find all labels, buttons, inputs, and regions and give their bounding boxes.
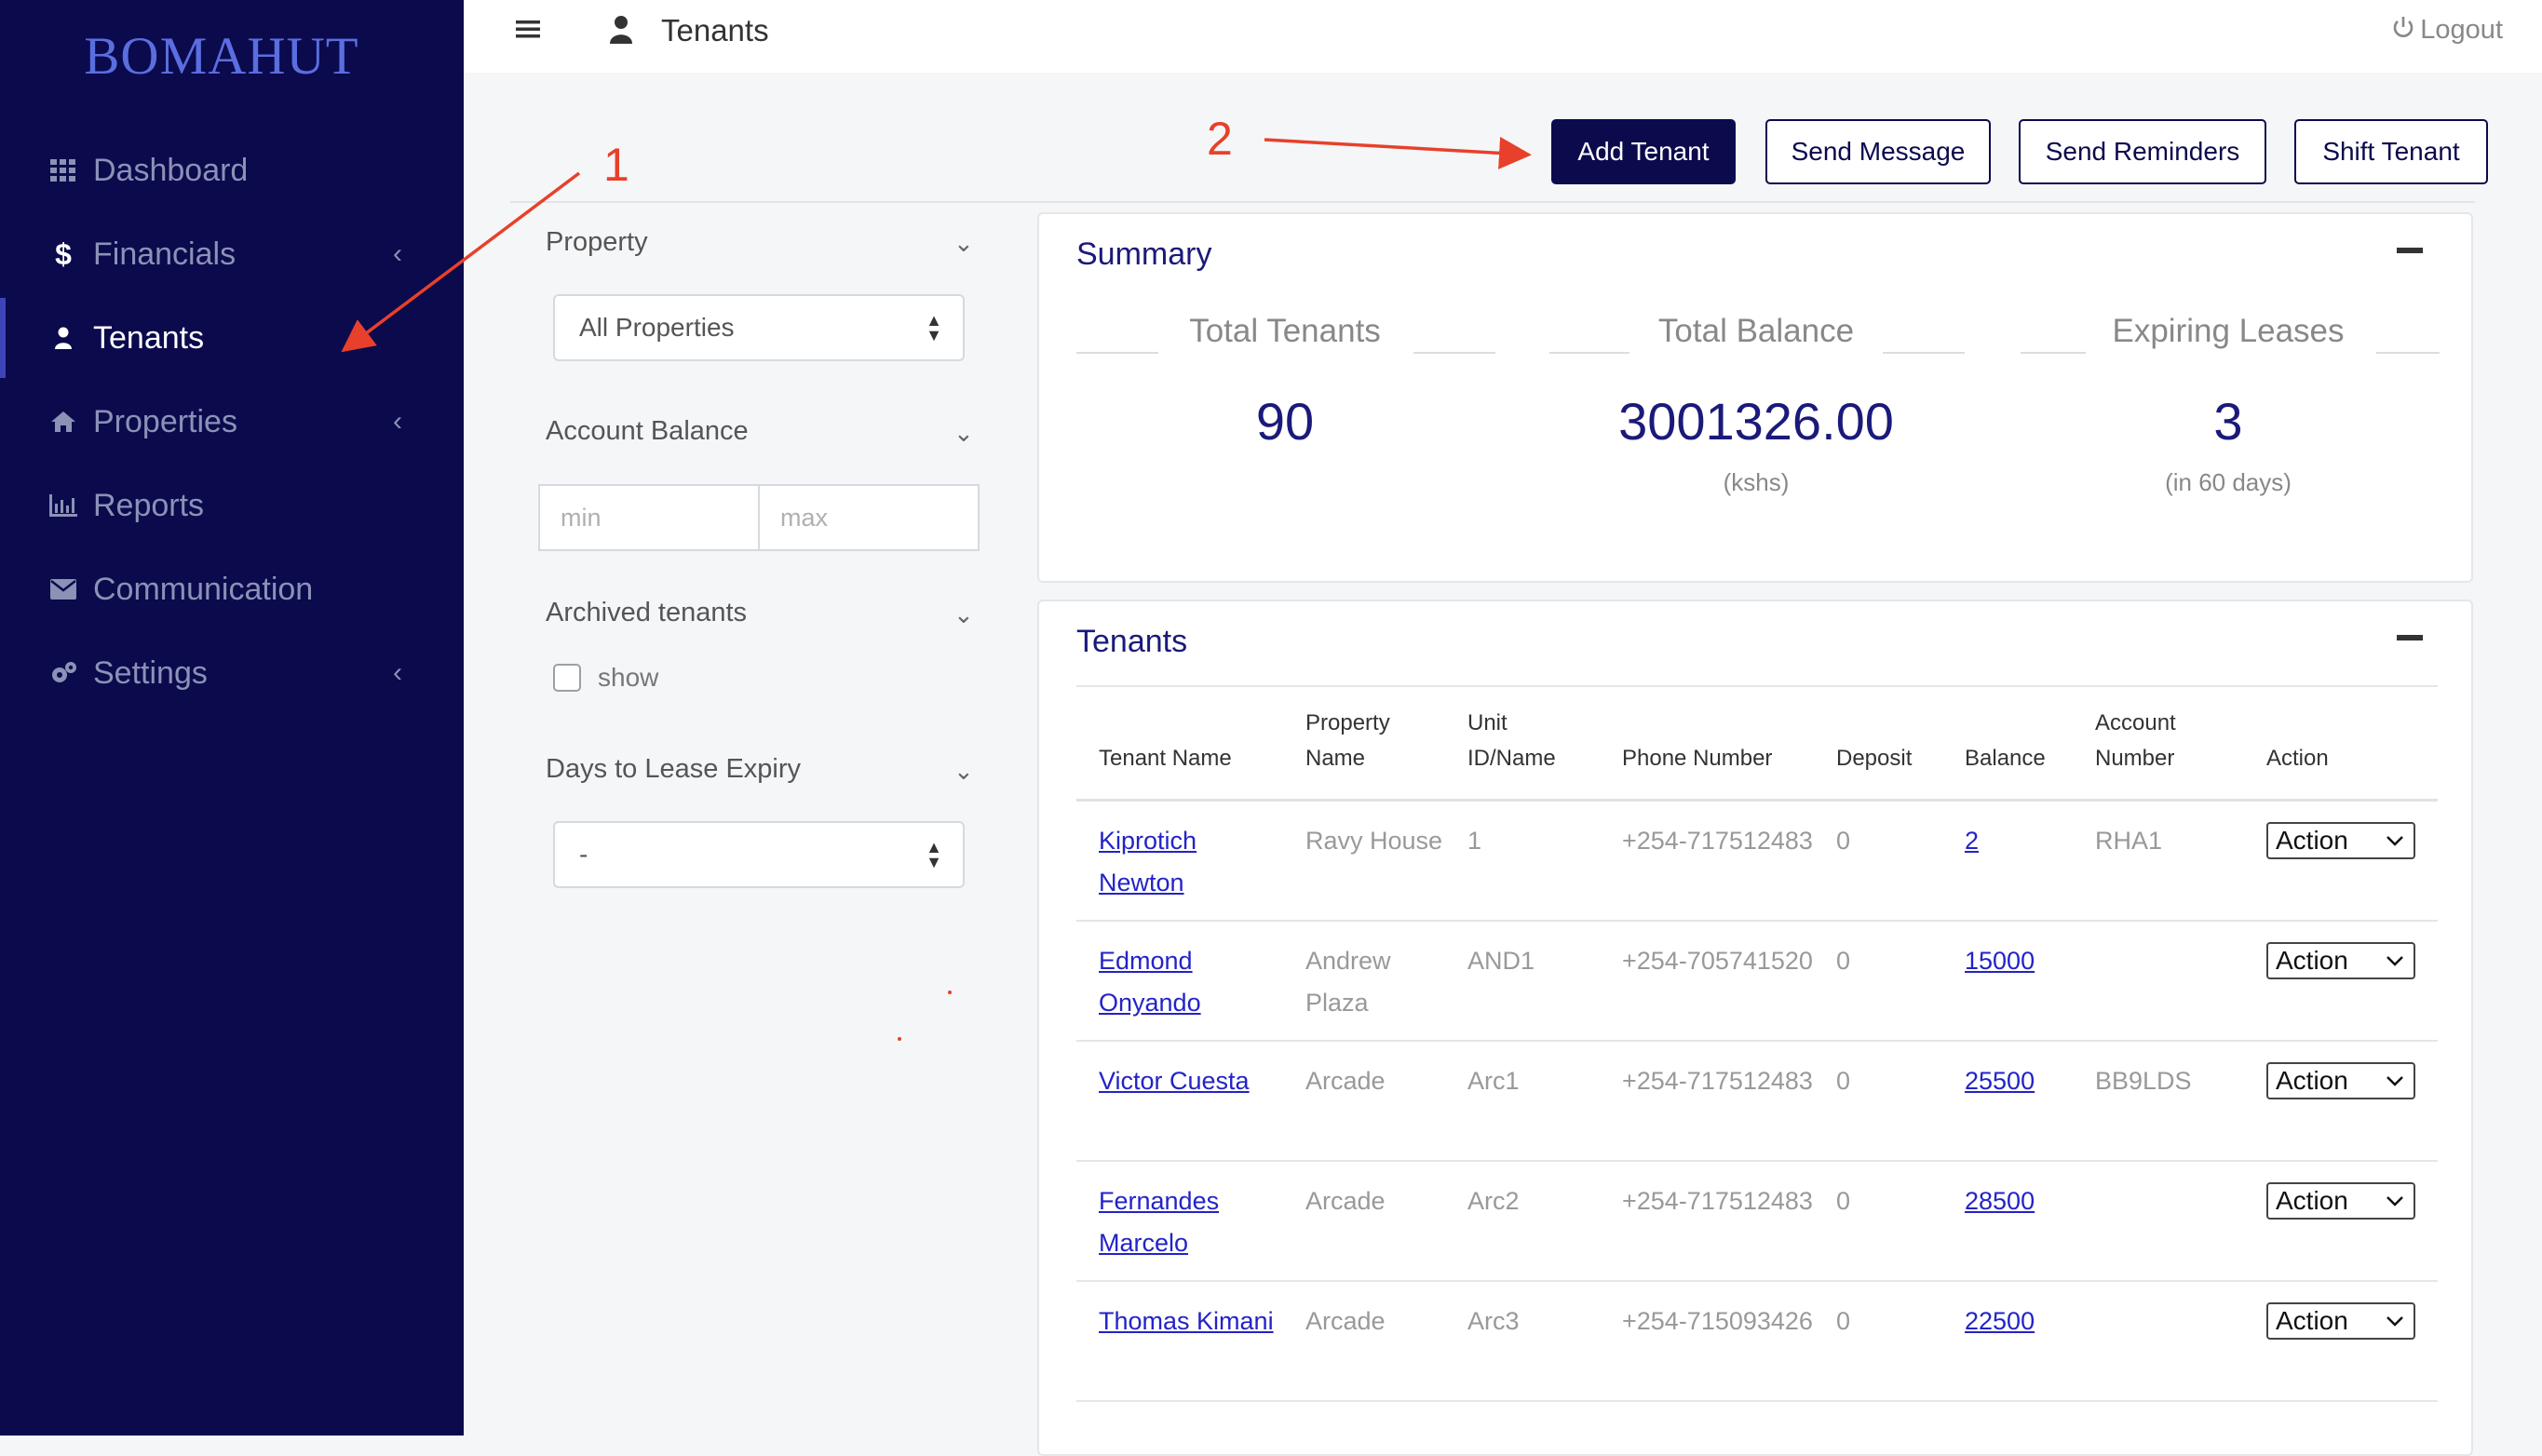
annotation-arrows bbox=[341, 136, 1532, 353]
annotation-arrow-1 bbox=[341, 171, 581, 353]
annotation-dot bbox=[948, 991, 952, 994]
annotation-arrow-2 bbox=[1264, 136, 1532, 169]
annotation-dot bbox=[898, 1037, 901, 1041]
